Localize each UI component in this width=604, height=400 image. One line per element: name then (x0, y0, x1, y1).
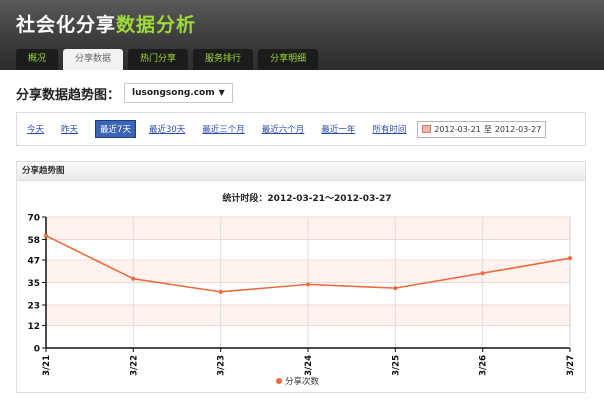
range-last-year[interactable]: 最近一年 (321, 123, 355, 135)
range-last-6-months[interactable]: 最近六个月 (262, 123, 305, 135)
brand-logo: 社会化分享数据分析 (16, 10, 196, 37)
y-tick-label: 58 (27, 236, 40, 246)
data-point[interactable] (306, 282, 310, 287)
data-point[interactable] (131, 276, 136, 281)
data-point[interactable] (393, 286, 398, 291)
y-tick-label: 47 (27, 257, 40, 267)
x-tick-label: 3/27 (566, 355, 576, 376)
y-tick-label: 0 (34, 345, 40, 355)
data-point[interactable] (44, 233, 48, 238)
x-tick-label: 3/24 (304, 355, 314, 376)
trend-chart-panel: 分享趋势图 0 12 23 35 47 58 70 3/21 3/22 3/23 3/24 3/25… (16, 161, 586, 393)
tab-share-data[interactable]: 分享数据 (63, 49, 124, 70)
data-point[interactable] (568, 256, 572, 261)
range-all-time[interactable]: 所有时间 (372, 123, 406, 135)
title-row: 分享数据趋势图： lusongsong.com ▼ (16, 82, 233, 104)
x-tick-label: 3/21 (42, 355, 52, 376)
date-from: 2012-03-21 (434, 124, 481, 134)
date-range-picker[interactable]: 2012-03-21 至 2012-03-27 (417, 120, 547, 138)
legend-label: 分享次数 (285, 376, 320, 387)
main-nav-tabs: 概况 分享数据 热门分享 服务排行 分享明细 (16, 49, 319, 70)
x-tick-label: 3/22 (129, 355, 139, 376)
range-last-30-days[interactable]: 最近30天 (149, 123, 185, 135)
site-select-value: lusongsong.com (132, 88, 215, 98)
y-tick-label: 35 (27, 279, 40, 289)
tab-overview[interactable]: 概况 (16, 49, 59, 70)
date-to-label: 至 (483, 124, 492, 134)
y-tick-label: 12 (27, 322, 40, 332)
x-tick-label: 3/25 (391, 355, 401, 376)
tab-service-ranking[interactable]: 服务排行 (193, 49, 254, 70)
range-last-3-months[interactable]: 最近三个月 (202, 123, 245, 135)
brand-text-main: 社会化分享 (16, 14, 117, 36)
x-tick-label: 3/23 (217, 355, 227, 376)
range-last-7-days[interactable]: 最近7天 (95, 120, 136, 138)
caret-down-icon: ▼ (218, 88, 225, 97)
range-today[interactable]: 今天 (27, 123, 44, 135)
share-trend-chart: 0 12 23 35 47 58 70 3/21 3/22 3/23 3/24 3/25 3/26 3/… (27, 192, 576, 387)
site-select[interactable]: lusongsong.com ▼ (124, 83, 233, 103)
chart-title: 统计时段：2012-03-21～2012-03-27 (222, 192, 391, 204)
range-yesterday[interactable]: 昨天 (61, 123, 78, 135)
y-tick-label: 23 (27, 301, 40, 311)
panel-title: 分享趋势图 (17, 162, 585, 181)
tab-share-details[interactable]: 分享明细 (258, 49, 319, 70)
chart-legend: 分享次数 (276, 376, 320, 387)
date-to: 2012-03-27 (494, 124, 542, 134)
data-point[interactable] (480, 271, 485, 276)
y-tick-label: 70 (27, 214, 40, 224)
tab-hot-shares[interactable]: 热门分享 (128, 49, 189, 70)
app-header: 社会化分享数据分析 概况 分享数据 热门分享 服务排行 分享明细 (0, 0, 604, 70)
calendar-icon (422, 125, 432, 133)
brand-text-accent: 数据分析 (116, 14, 197, 36)
data-point[interactable] (218, 289, 223, 294)
x-tick-label: 3/26 (479, 355, 489, 376)
legend-marker (276, 378, 282, 384)
page-title: 分享数据趋势图： (16, 87, 121, 103)
date-range-filter-bar: 今天 昨天 最近7天 最近30天 最近三个月 最近六个月 最近一年 所有时间 2… (16, 112, 586, 146)
